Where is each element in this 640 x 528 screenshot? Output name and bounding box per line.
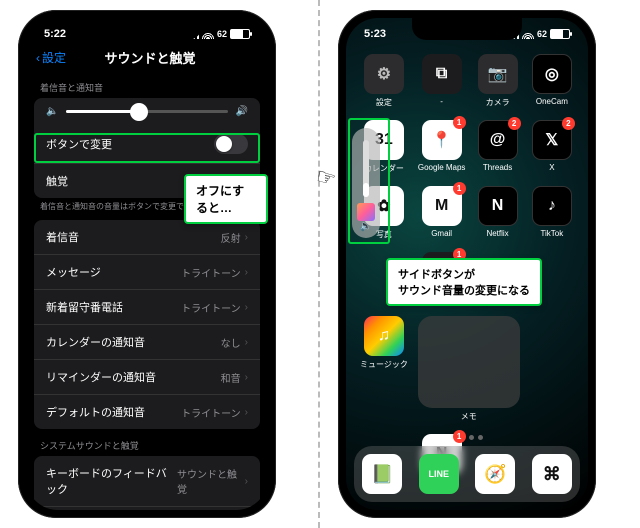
phone-left: 5:22 62 ‹ 設定 サウンドと触覚 着信音と通知音 🔈 🔊 <box>18 10 276 518</box>
row-calendar[interactable]: カレンダーの通知音なし› <box>34 325 260 360</box>
app-icon[interactable]: @2 <box>478 120 518 160</box>
app-Threads[interactable]: @2 Threads <box>475 120 519 174</box>
wifi-icon <box>522 30 534 39</box>
dock-app[interactable]: ⌘ <box>532 454 572 494</box>
row-message[interactable]: メッセージトライトーン› <box>34 255 260 290</box>
app-label: Gmail <box>431 229 452 238</box>
app-icon[interactable]: ♫ <box>364 316 404 356</box>
volume-hud-artwork <box>357 203 375 221</box>
volume-slider[interactable] <box>66 110 227 113</box>
app-Gmail[interactable]: M1 Gmail <box>418 186 466 240</box>
section-system-header: システムサウンドと触覚 <box>26 429 268 456</box>
status-time: 5:23 <box>364 28 386 40</box>
notch <box>412 18 522 40</box>
app-blank <box>530 316 574 422</box>
app-icon[interactable]: ◎ <box>532 54 572 94</box>
app-OneCam[interactable]: ◎ OneCam <box>530 54 574 108</box>
app-ミュージック[interactable]: ♫ ミュージック <box>360 316 408 422</box>
speaker-icon: 🔈 <box>360 221 372 232</box>
dock-app[interactable]: 🧭 <box>475 454 515 494</box>
page-title: サウンドと触覚 <box>42 48 258 67</box>
settings-screen: 5:22 62 ‹ 設定 サウンドと触覚 着信音と通知音 🔈 🔊 <box>26 18 268 510</box>
app-Google Maps[interactable]: 📍1 Google Maps <box>418 120 466 174</box>
row-reminder[interactable]: リマインダーの通知音和音› <box>34 360 260 395</box>
app-カメラ[interactable]: 📷 カメラ <box>475 54 519 108</box>
annotation-off: オフにすると… <box>184 174 268 224</box>
dock-app[interactable]: 📗 <box>362 454 402 494</box>
speaker-low-icon: 🔈 <box>46 106 58 117</box>
annotation-side-button: サイドボタンが サウンド音量の変更になる <box>386 258 542 306</box>
widget-memo[interactable]: メモ <box>418 316 520 422</box>
volume-hud-track <box>363 140 369 197</box>
divider <box>318 0 320 528</box>
app-icon[interactable]: 📷 <box>478 54 518 94</box>
app-label: - <box>440 97 443 106</box>
app-label: Netflix <box>486 229 508 238</box>
app-icon[interactable]: ♪ <box>532 186 572 226</box>
app-Netflix[interactable]: N Netflix <box>475 186 519 240</box>
toggle-button-change[interactable] <box>214 134 248 154</box>
app-icon[interactable]: ⚙︎ <box>364 54 404 94</box>
system-list: キーボードのフィードバックサウンドと触覚› ロック時の音 システムの触覚 <box>34 456 260 510</box>
app-icon[interactable]: ⧉ <box>422 54 462 94</box>
dock: 📗 LINE 🧭 ⌘ <box>354 446 580 502</box>
app-TikTok[interactable]: ♪ TikTok <box>530 186 574 240</box>
app--[interactable]: ⧉- <box>418 54 466 108</box>
app-icon[interactable]: N <box>478 186 518 226</box>
app-label: 設定 <box>376 97 392 108</box>
battery-icon <box>230 29 250 39</box>
row-ringtone[interactable]: 着信音反射› <box>34 220 260 255</box>
wifi-icon <box>202 30 214 39</box>
app-icon[interactable]: M1 <box>422 186 462 226</box>
status-time: 5:22 <box>44 28 66 40</box>
sounds-list: 着信音反射› メッセージトライトーン› 新着留守番電話トライトーン› カレンダー… <box>34 220 260 429</box>
row-keyboard-feedback[interactable]: キーボードのフィードバックサウンドと触覚› <box>34 456 260 507</box>
app-label: Threads <box>483 163 512 172</box>
badge: 1 <box>453 116 466 129</box>
phone-right: 5:23 62 ⚙︎設定⧉-📷カメラ◎OneCam31カレンダー📍1Google… <box>338 10 596 518</box>
app-label: X <box>549 163 554 172</box>
dock-app[interactable]: LINE <box>419 454 459 494</box>
app-icon[interactable]: 📍1 <box>422 120 462 160</box>
app-label: カメラ <box>486 97 510 108</box>
battery-pct: 62 <box>217 29 227 39</box>
badge: 2 <box>508 117 521 130</box>
speaker-high-icon: 🔊 <box>236 106 248 117</box>
row-button-change[interactable]: ボタンで変更 <box>34 125 260 164</box>
app-label: TikTok <box>540 229 563 238</box>
badge: 2 <box>562 117 575 130</box>
nav-bar: ‹ 設定 サウンドと触覚 <box>26 44 268 71</box>
notch <box>92 18 202 40</box>
app-label: OneCam <box>536 97 568 106</box>
app-icon[interactable]: 𝕏2 <box>532 120 572 160</box>
badge: 1 <box>453 182 466 195</box>
battery-icon <box>550 29 570 39</box>
app-label: ミュージック <box>360 359 408 370</box>
app-X[interactable]: 𝕏2 X <box>530 120 574 174</box>
app-設定[interactable]: ⚙︎ 設定 <box>360 54 408 108</box>
row-lock-sound[interactable]: ロック時の音 <box>34 507 260 510</box>
section-ringer-header: 着信音と通知音 <box>26 71 268 98</box>
volume-slider-row[interactable]: 🔈 🔊 <box>34 98 260 125</box>
home-screen: 5:23 62 ⚙︎設定⧉-📷カメラ◎OneCam31カレンダー📍1Google… <box>346 18 588 510</box>
row-default[interactable]: デフォルトの通知音トライトーン› <box>34 395 260 429</box>
app-label: Google Maps <box>418 163 466 172</box>
battery-pct: 62 <box>537 29 547 39</box>
row-voicemail[interactable]: 新着留守番電話トライトーン› <box>34 290 260 325</box>
volume-hud: 🔈 <box>352 128 380 238</box>
badge: 1 <box>453 430 466 443</box>
